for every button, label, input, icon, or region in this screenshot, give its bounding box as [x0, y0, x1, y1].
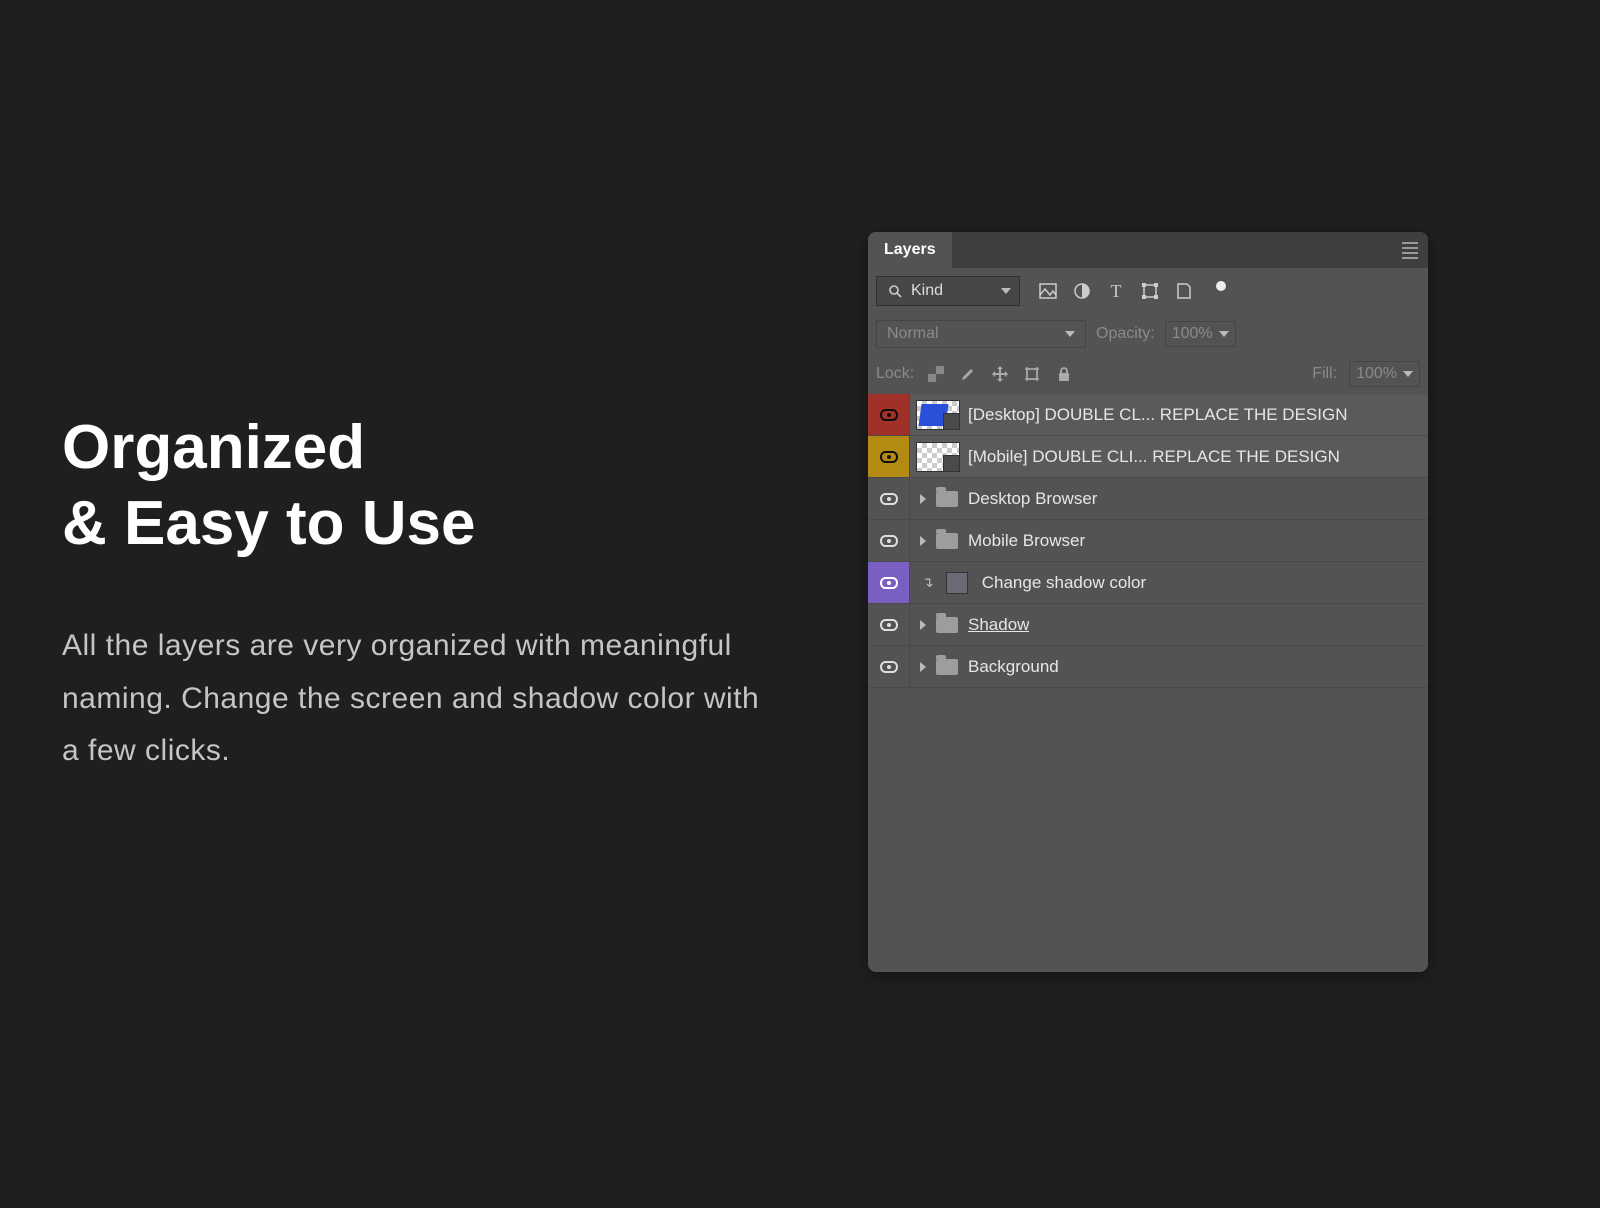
eye-icon	[880, 661, 898, 673]
layer-name: [Mobile] DOUBLE CLI... REPLACE THE DESIG…	[968, 447, 1340, 467]
filter-kind-select[interactable]: Kind	[876, 276, 1020, 306]
tab-layers[interactable]: Layers	[868, 232, 952, 268]
lock-label: Lock:	[876, 365, 914, 383]
visibility-toggle[interactable]	[868, 646, 910, 687]
fill-input[interactable]: 100%	[1349, 361, 1420, 387]
opacity-label: Opacity:	[1096, 325, 1155, 343]
expand-toggle[interactable]	[920, 494, 926, 504]
layer-thumbnail[interactable]	[916, 442, 960, 472]
eye-icon	[880, 409, 898, 421]
folder-icon	[936, 659, 958, 675]
layer-row[interactable]: ↴ Change shadow color	[868, 562, 1428, 604]
promo-body: All the layers are very organized with m…	[62, 620, 762, 778]
heading-line1: Organized	[62, 413, 365, 482]
fill-label: Fill:	[1312, 365, 1337, 383]
filter-adjustment-icon[interactable]	[1072, 281, 1092, 301]
layer-row[interactable]: [Desktop] DOUBLE CL... REPLACE THE DESIG…	[868, 394, 1428, 436]
tab-label: Layers	[884, 241, 936, 259]
layer-name: Mobile Browser	[968, 531, 1085, 551]
visibility-toggle[interactable]	[868, 436, 910, 477]
chevron-down-icon	[1001, 288, 1011, 294]
folder-icon	[936, 533, 958, 549]
layer-name: Background	[968, 657, 1059, 677]
panel-tabbar: Layers	[868, 232, 1428, 268]
layer-name: Shadow	[968, 615, 1029, 635]
promo-heading: Organized & Easy to Use	[62, 410, 476, 561]
eye-icon	[880, 451, 898, 463]
eye-icon	[880, 619, 898, 631]
layer-row[interactable]: Mobile Browser	[868, 520, 1428, 562]
folder-icon	[936, 617, 958, 633]
lock-artboard-icon[interactable]	[1022, 364, 1042, 384]
layer-name: [Desktop] DOUBLE CL... REPLACE THE DESIG…	[968, 405, 1347, 425]
fill-value: 100%	[1356, 365, 1397, 383]
filter-row: Kind T	[868, 268, 1428, 314]
heading-line2: & Easy to Use	[62, 489, 476, 558]
filter-smartobject-icon[interactable]	[1174, 281, 1194, 301]
layer-thumbnail[interactable]	[916, 400, 960, 430]
chevron-down-icon	[1403, 371, 1413, 377]
lock-row: Lock: Fill: 100%	[868, 354, 1428, 394]
blend-mode-value: Normal	[887, 325, 939, 343]
lock-transparency-icon[interactable]	[926, 364, 946, 384]
layer-row[interactable]: [Mobile] DOUBLE CLI... REPLACE THE DESIG…	[868, 436, 1428, 478]
blend-mode-row: Normal Opacity: 100%	[868, 314, 1428, 354]
expand-toggle[interactable]	[920, 662, 926, 672]
visibility-toggle[interactable]	[868, 604, 910, 645]
opacity-value: 100%	[1172, 325, 1213, 343]
filter-kind-label: Kind	[911, 282, 943, 300]
expand-toggle[interactable]	[920, 536, 926, 546]
color-swatch[interactable]	[946, 572, 968, 594]
layer-name: Change shadow color	[982, 573, 1146, 593]
layer-row[interactable]: Background	[868, 646, 1428, 688]
visibility-toggle[interactable]	[868, 520, 910, 561]
eye-icon	[880, 493, 898, 505]
layer-name: Desktop Browser	[968, 489, 1097, 509]
chevron-down-icon	[1219, 331, 1229, 337]
eye-icon	[880, 577, 898, 589]
filter-image-icon[interactable]	[1038, 281, 1058, 301]
filter-type-icons: T	[1038, 281, 1226, 301]
filter-type-icon[interactable]: T	[1106, 281, 1126, 301]
search-icon	[885, 281, 905, 301]
filter-shape-icon[interactable]	[1140, 281, 1160, 301]
layer-row[interactable]: Desktop Browser	[868, 478, 1428, 520]
blend-mode-select[interactable]: Normal	[876, 320, 1086, 348]
visibility-toggle[interactable]	[868, 478, 910, 519]
expand-toggle[interactable]	[920, 620, 926, 630]
layer-row[interactable]: Shadow	[868, 604, 1428, 646]
visibility-toggle[interactable]	[868, 394, 910, 435]
lock-all-icon[interactable]	[1054, 364, 1074, 384]
filter-toggle-dot[interactable]	[1216, 281, 1226, 291]
visibility-toggle[interactable]	[868, 562, 910, 603]
layers-panel: Layers Kind T	[868, 232, 1428, 972]
lock-paint-icon[interactable]	[958, 364, 978, 384]
opacity-input[interactable]: 100%	[1165, 321, 1236, 347]
chevron-down-icon	[1065, 331, 1075, 337]
folder-icon	[936, 491, 958, 507]
eye-icon	[880, 535, 898, 547]
clip-indicator-icon: ↴	[922, 574, 934, 591]
lock-position-icon[interactable]	[990, 364, 1010, 384]
panel-menu-button[interactable]	[1392, 232, 1428, 268]
